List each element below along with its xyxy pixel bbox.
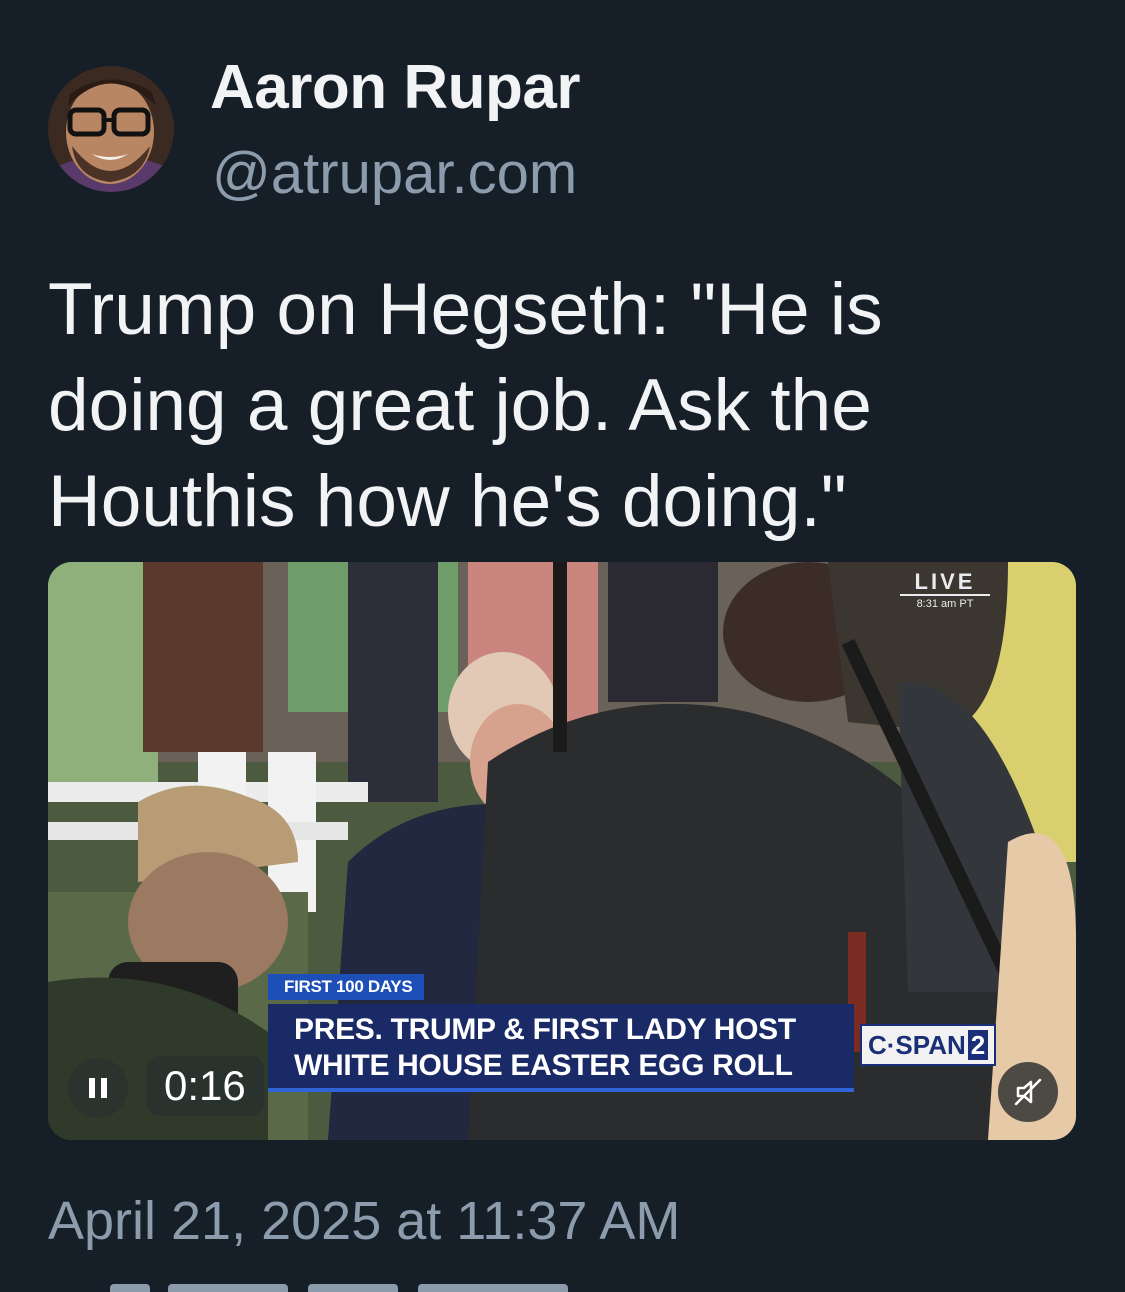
post-card: Aaron Rupar @atrupar.com Trump on Hegset… xyxy=(0,0,1125,1292)
video-player[interactable]: LIVE 8:31 am PT FIRST 100 DAYS PRES. TRU… xyxy=(48,562,1076,1140)
pause-icon xyxy=(89,1078,107,1098)
video-elapsed-time: 0:16 xyxy=(146,1056,264,1116)
chyron-headline: PRES. TRUMP & FIRST LADY HOST WHITE HOUS… xyxy=(268,1004,854,1092)
live-indicator: LIVE 8:31 am PT xyxy=(900,570,990,610)
post-text-line: Trump on Hegseth: "He is xyxy=(48,269,883,350)
chyron-tag: FIRST 100 DAYS xyxy=(268,974,425,1000)
post-text-line: Houthis how he's doing." xyxy=(48,461,847,542)
author-handle[interactable]: @atrupar.com xyxy=(212,140,577,207)
live-time: 8:31 am PT xyxy=(900,594,990,610)
live-label: LIVE xyxy=(914,569,976,594)
author-display-name[interactable]: Aaron Rupar xyxy=(210,52,580,123)
mute-toggle-button[interactable] xyxy=(998,1062,1058,1122)
network-logo: C·SPAN 2 xyxy=(860,1024,997,1066)
network-name: C·SPAN xyxy=(868,1030,966,1060)
post-timestamp[interactable]: April 21, 2025 at 11:37 AM xyxy=(48,1190,680,1252)
post-text: Trump on Hegseth: "He is doing a great j… xyxy=(48,262,1088,550)
pause-button[interactable] xyxy=(68,1058,128,1118)
network-number: 2 xyxy=(967,1030,989,1060)
truncated-next-row xyxy=(48,1276,608,1292)
post-text-line: doing a great job. Ask the xyxy=(48,365,872,446)
muted-speaker-icon xyxy=(1014,1078,1042,1106)
chyron-line: PRES. TRUMP & FIRST LADY HOST xyxy=(294,1013,796,1046)
chyron-line: WHITE HOUSE EASTER EGG ROLL xyxy=(294,1049,793,1082)
avatar[interactable] xyxy=(48,66,174,192)
